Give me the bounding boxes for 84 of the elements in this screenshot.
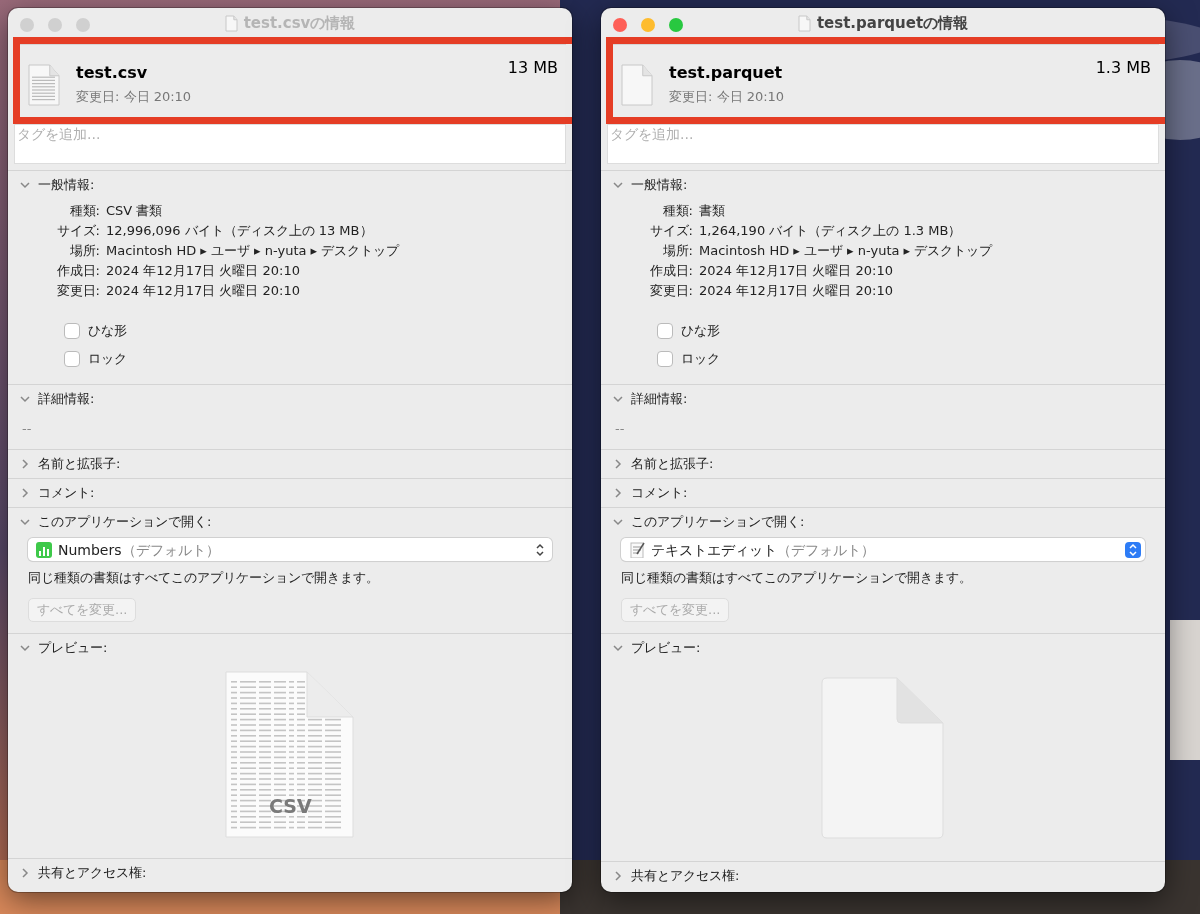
section-title: プレビュー: xyxy=(38,639,108,657)
chevron-right-icon[interactable] xyxy=(613,488,623,498)
open-with-description: 同じ種類の書類はすべてこのアプリケーションで開きます。 xyxy=(621,569,973,587)
field-value: Macintosh HD ▸ ユーザ ▸ n-yuta ▸ デスクトップ xyxy=(106,242,401,260)
section-title: 共有とアクセス権: xyxy=(38,864,147,882)
section-title: コメント: xyxy=(38,484,95,502)
checkbox-label: ロック xyxy=(681,350,720,368)
document-icon xyxy=(224,14,238,32)
document-icon xyxy=(797,14,811,32)
section-title: プレビュー: xyxy=(631,639,701,657)
field-value: Macintosh HD ▸ ユーザ ▸ n-yuta ▸ デスクトップ xyxy=(699,242,994,260)
field-label: 場所: xyxy=(661,242,693,260)
field-label: サイズ: xyxy=(648,222,693,240)
checkbox[interactable] xyxy=(657,323,673,339)
field-label: 場所: xyxy=(68,242,100,260)
field-label: 変更日: xyxy=(55,282,100,300)
field-label: 種類: xyxy=(661,202,693,220)
section-title: 名前と拡張子: xyxy=(38,455,121,473)
checkbox[interactable] xyxy=(64,323,80,339)
modified-date: 変更日: 今日 20:10 xyxy=(669,87,785,106)
document-icon xyxy=(621,63,653,106)
chevron-right-icon[interactable] xyxy=(613,871,623,881)
detail-text: -- xyxy=(615,420,626,438)
checkbox-label: ひな形 xyxy=(88,322,127,340)
field-value: 12,996,096 バイト（ディスク上の 13 MB） xyxy=(106,222,374,240)
chevron-right-icon[interactable] xyxy=(20,459,30,469)
chevron-right-icon[interactable] xyxy=(20,868,30,878)
chevron-right-icon[interactable] xyxy=(613,459,623,469)
spreadsheet-document-icon xyxy=(28,63,60,106)
chevron-down-icon[interactable] xyxy=(20,517,30,527)
bar-chart-icon xyxy=(36,541,52,558)
app-name: Numbers xyxy=(58,541,122,558)
section-title: 詳細情報: xyxy=(631,390,688,408)
checkbox[interactable] xyxy=(64,351,80,367)
chevron-right-icon[interactable] xyxy=(20,488,30,498)
field-label: サイズ: xyxy=(55,222,100,240)
field-value: 2024 年12月17日 火曜日 20:10 xyxy=(106,282,302,300)
section-title: このアプリケーションで開く: xyxy=(631,513,805,531)
chevron-down-icon[interactable] xyxy=(613,643,623,653)
field-label: 作成日: xyxy=(55,262,100,280)
section-title: コメント: xyxy=(631,484,688,502)
app-note: （デフォルト） xyxy=(121,541,220,558)
app-name: テキストエディット xyxy=(651,541,777,558)
section-title: 詳細情報: xyxy=(38,390,95,408)
checkbox-label: ひな形 xyxy=(681,322,720,340)
chevron-down-icon[interactable] xyxy=(20,643,30,653)
pen-and-paper-icon xyxy=(629,541,645,558)
section-title: このアプリケーションで開く: xyxy=(38,513,212,531)
app-note: （デフォルト） xyxy=(777,541,875,558)
tag-field[interactable]: タグを追加... xyxy=(14,124,566,164)
close-button[interactable] xyxy=(613,18,627,32)
file-size: 1.3 MB xyxy=(1095,59,1151,77)
window-title: test.parquetの情報 xyxy=(816,14,969,32)
file-name: test.parquet xyxy=(669,63,784,82)
field-label: 作成日: xyxy=(648,262,693,280)
checkbox-label: ロック xyxy=(88,350,127,368)
chevron-down-icon[interactable] xyxy=(613,517,623,527)
zoom-button[interactable] xyxy=(669,18,683,32)
section-title: 名前と拡張子: xyxy=(631,455,714,473)
chevron-down-icon[interactable] xyxy=(20,394,30,404)
file-name: test.csv xyxy=(76,63,149,82)
field-value: 2024 年12月17日 火曜日 20:10 xyxy=(699,262,895,280)
field-value: 2024 年12月17日 火曜日 20:10 xyxy=(106,262,302,280)
field-value: 書類 xyxy=(699,202,726,220)
detail-text: -- xyxy=(22,420,33,438)
chevron-down-icon[interactable] xyxy=(20,180,30,190)
chevron-down-icon[interactable] xyxy=(613,394,623,404)
modified-date: 変更日: 今日 20:10 xyxy=(76,87,192,106)
checkbox[interactable] xyxy=(657,351,673,367)
field-label: 変更日: xyxy=(648,282,693,300)
section-title: 一般情報: xyxy=(631,176,688,194)
field-value: 2024 年12月17日 火曜日 20:10 xyxy=(699,282,895,300)
section-title: 共有とアクセス権: xyxy=(631,867,740,885)
open-with-description: 同じ種類の書類はすべてこのアプリケーションで開きます。 xyxy=(28,569,380,587)
app-popup[interactable]: Numbers（デフォルト） xyxy=(28,538,552,561)
file-size: 13 MB xyxy=(507,59,558,77)
field-label: 種類: xyxy=(68,202,100,220)
chevron-down-icon[interactable] xyxy=(613,180,623,190)
field-value: CSV 書類 xyxy=(106,202,164,220)
section-title: 一般情報: xyxy=(38,176,95,194)
preview-label: CSV xyxy=(269,797,312,815)
app-popup[interactable]: テキストエディット（デフォルト） xyxy=(621,538,1145,561)
field-value: 1,264,190 バイト（ディスク上の 1.3 MB） xyxy=(699,222,963,240)
tag-field[interactable]: タグを追加... xyxy=(607,124,1159,164)
